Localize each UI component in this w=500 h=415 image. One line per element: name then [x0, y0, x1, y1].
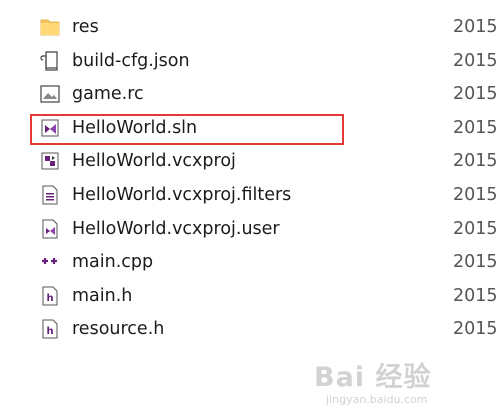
file-name: HelloWorld.vcxproj.user	[72, 218, 280, 239]
filters-file-icon	[39, 184, 61, 206]
file-date: 2015	[453, 218, 498, 239]
visual-studio-solution-icon	[39, 117, 61, 139]
vcxproj-icon	[39, 150, 61, 172]
file-name: res	[72, 17, 99, 37]
file-list: res 2015 build-cfg.json 2015 game.rc 201…	[0, 10, 500, 346]
folder-icon	[39, 16, 61, 38]
svg-text:h: h	[47, 293, 54, 304]
file-row-main-h[interactable]: h main.h 2015	[0, 279, 500, 313]
file-date: 2015	[453, 151, 498, 172]
cpp-file-icon	[39, 251, 61, 273]
file-row-helloworld-vcxproj-filters[interactable]: HelloWorld.vcxproj.filters 2015	[0, 178, 500, 212]
file-row-res[interactable]: res 2015	[0, 10, 500, 44]
baidu-jingyan-watermark: Bai 经验 jingyan.baidu.com	[308, 355, 498, 413]
header-file-icon: h	[39, 285, 61, 307]
file-name: HelloWorld.vcxproj	[72, 151, 236, 172]
file-name: build-cfg.json	[72, 50, 190, 71]
file-name: main.h	[72, 285, 133, 306]
file-row-helloworld-vcxproj-user[interactable]: HelloWorld.vcxproj.user 2015	[0, 212, 500, 246]
file-row-game-rc[interactable]: game.rc 2015	[0, 77, 500, 111]
file-date: 2015	[453, 252, 498, 273]
file-row-helloworld-sln[interactable]: HelloWorld.sln 2015	[0, 111, 500, 145]
watermark-main: Bai 经验	[314, 362, 432, 393]
file-row-resource-h[interactable]: h resource.h 2015	[0, 312, 500, 346]
file-date: 2015	[453, 84, 498, 105]
vcxproj-user-icon	[39, 218, 61, 240]
file-date: 2015	[453, 184, 498, 205]
file-date: 2015	[453, 117, 498, 138]
file-date: 2015	[453, 17, 498, 37]
file-row-main-cpp[interactable]: main.cpp 2015	[0, 245, 500, 279]
file-date: 2015	[453, 285, 498, 306]
svg-text:h: h	[47, 326, 54, 337]
file-name: HelloWorld.vcxproj.filters	[72, 184, 292, 205]
file-date: 2015	[453, 319, 498, 340]
json-file-icon	[39, 50, 61, 72]
file-name: HelloWorld.sln	[72, 117, 198, 138]
header-file-icon: h	[39, 318, 61, 340]
watermark-url: jingyan.baidu.com	[326, 393, 428, 406]
file-name: resource.h	[72, 319, 165, 340]
file-row-build-cfg-json[interactable]: build-cfg.json 2015	[0, 44, 500, 78]
file-name: main.cpp	[72, 252, 154, 273]
file-date: 2015	[453, 50, 498, 71]
file-name: game.rc	[72, 84, 144, 105]
file-row-helloworld-vcxproj[interactable]: HelloWorld.vcxproj 2015	[0, 144, 500, 178]
image-resource-icon	[39, 83, 61, 105]
